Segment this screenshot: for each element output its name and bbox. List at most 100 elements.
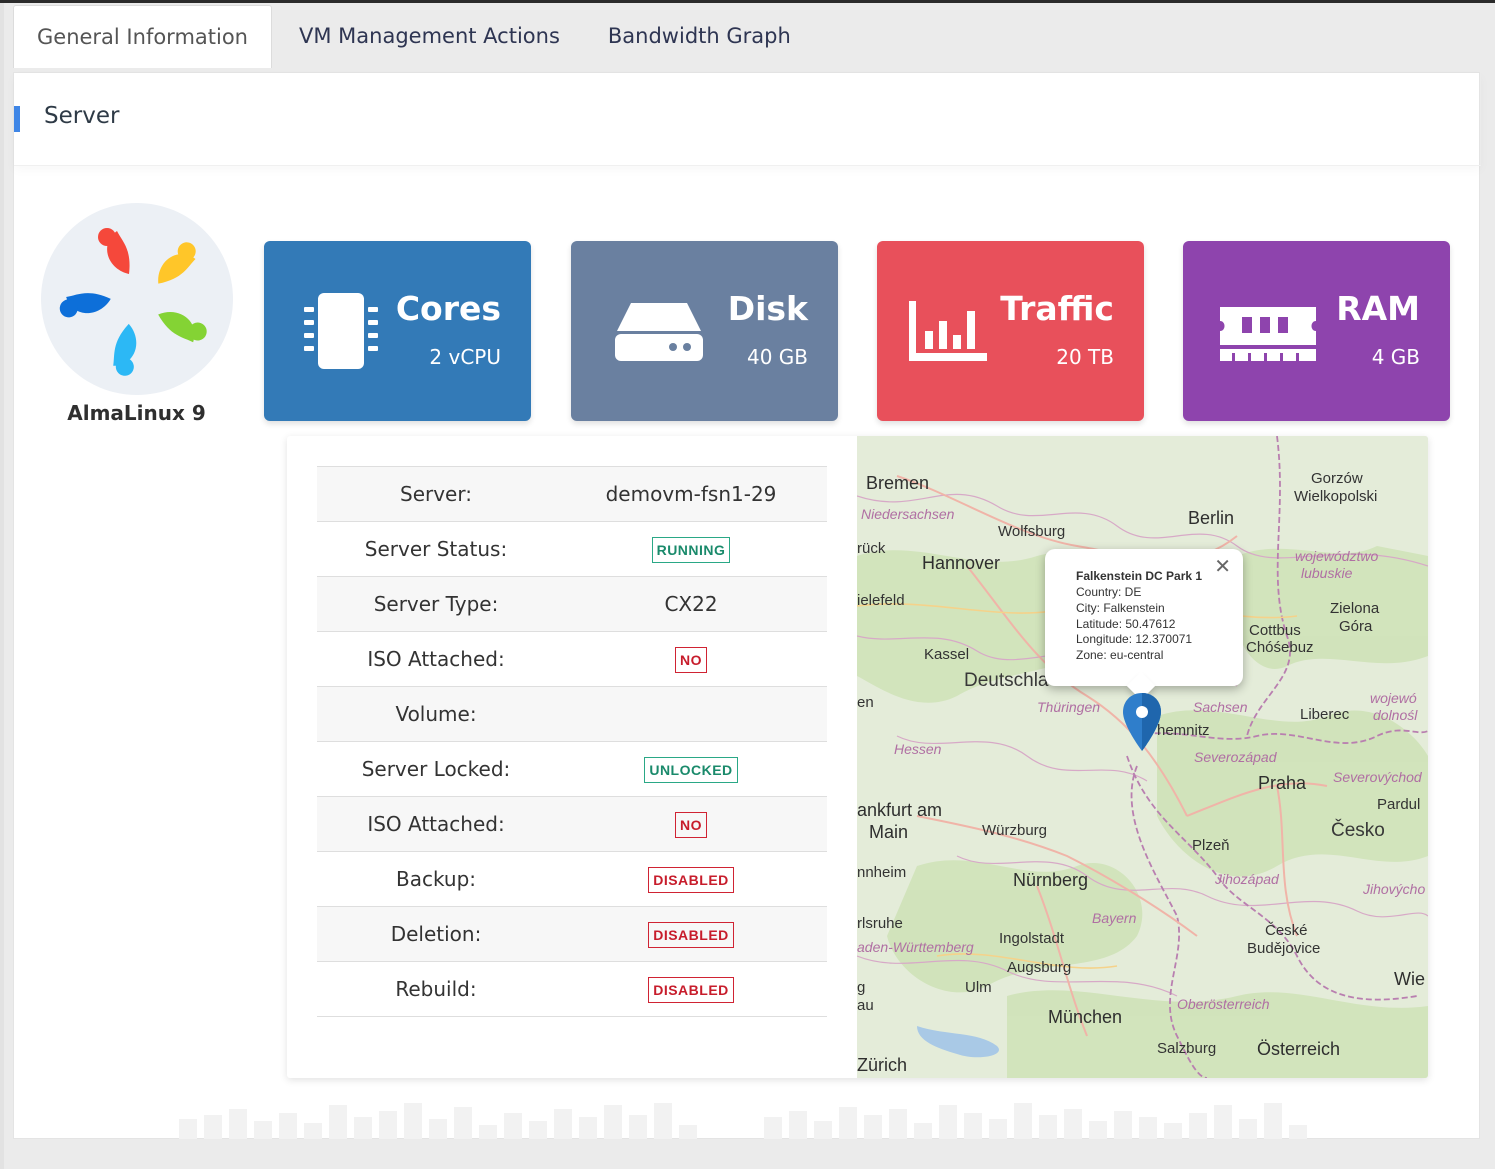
details-row: Backup: DISABLED xyxy=(317,851,827,907)
details-value-cell: RUNNING xyxy=(555,522,827,577)
map-label: wojewó xyxy=(1370,690,1417,706)
details-value-cell: UNLOCKED xyxy=(555,742,827,797)
os-name: AlmaLinux 9 xyxy=(67,401,206,425)
status-badge: DISABLED xyxy=(648,921,734,948)
map-label: České xyxy=(1265,922,1308,939)
card-title: Disk xyxy=(727,289,808,328)
tab-bar: General Information VM Management Action… xyxy=(13,5,815,73)
details-row: Server Locked: UNLOCKED xyxy=(317,741,827,797)
map-label: Chóśebuz xyxy=(1246,639,1314,656)
popup-city: City: Falkenstein xyxy=(1076,600,1165,615)
details-value-cell: DISABLED xyxy=(555,962,827,1017)
map-label: Salzburg xyxy=(1157,1040,1217,1057)
status-badge: NO xyxy=(675,646,707,673)
details-row: Server Status: RUNNING xyxy=(317,521,827,577)
map-label: Wielkopolski xyxy=(1294,488,1378,505)
details-key: Server Locked: xyxy=(361,757,511,781)
details-row: ISO Attached: NO xyxy=(317,796,827,852)
map-label: Ulm xyxy=(965,979,992,996)
details-row: ISO Attached: NO xyxy=(317,631,827,687)
map-label: hemnitz xyxy=(1157,722,1210,739)
details-row: Volume: xyxy=(317,686,827,742)
location-map[interactable]: Bremen Gorzów Wielkopolski Berlin Nieder… xyxy=(857,436,1428,1078)
header-accent-bar xyxy=(14,106,20,132)
map-label: nnheim xyxy=(857,864,907,881)
window-top-border xyxy=(0,0,1495,3)
server-info-box: Server: demovm-fsn1-29 Server Status: RUNNI… xyxy=(287,436,1428,1078)
map-label: Wolfsburg xyxy=(998,523,1066,540)
panel-title: Server xyxy=(44,103,120,129)
map-label: Bayern xyxy=(1092,910,1137,926)
map-label: Budějovice xyxy=(1247,940,1321,957)
card-title: Cores xyxy=(395,289,501,328)
background-bars-decoration xyxy=(179,1103,1307,1139)
map-label: Augsburg xyxy=(1007,959,1072,976)
map-label: Österreich xyxy=(1257,1039,1341,1059)
map-label: dolnośl xyxy=(1373,707,1418,723)
map-label: lubuskie xyxy=(1301,565,1353,581)
map-label: au xyxy=(857,997,874,1014)
tab-bandwidth-graph[interactable]: Bandwidth Graph xyxy=(584,5,815,67)
status-badge: DISABLED xyxy=(648,976,734,1003)
map-label: Pardul xyxy=(1377,796,1421,813)
popup-close-icon[interactable]: ✕ xyxy=(1214,557,1231,577)
location-popup: ✕ Falkenstein DC Park 1 Country: DE City… xyxy=(1045,549,1243,686)
card-title: RAM xyxy=(1336,289,1420,328)
map-label: Liberec xyxy=(1300,706,1350,723)
server-details-table: Server: demovm-fsn1-29 Server Status: RUNNI… xyxy=(317,466,827,1017)
map-label: Zürich xyxy=(857,1055,908,1075)
map-label: Oberösterreich xyxy=(1177,996,1270,1012)
popup-latitude: Latitude: 50.47612 xyxy=(1076,616,1176,631)
map-label: Plzeň xyxy=(1192,837,1230,854)
details-row: Server: demovm-fsn1-29 xyxy=(317,466,827,522)
map-label: ielefeld xyxy=(857,592,905,609)
tab-general-information[interactable]: General Information xyxy=(13,5,272,68)
status-badge: RUNNING xyxy=(651,536,731,563)
details-value-cell: DISABLED xyxy=(555,852,827,907)
card-value: 40 GB xyxy=(746,345,808,369)
status-badge: DISABLED xyxy=(648,866,734,893)
map-label: Nürnberg xyxy=(1013,870,1089,890)
ram-card: RAM 4 GB xyxy=(1183,241,1450,421)
os-block: AlmaLinux 9 xyxy=(39,203,234,425)
map-label: Praha xyxy=(1258,773,1307,793)
map-label: Berlin xyxy=(1188,508,1235,528)
map-tiles xyxy=(857,436,1428,1078)
map-label: Jihovýcho xyxy=(1363,881,1426,897)
details-value: CX22 xyxy=(664,592,718,616)
popup-longitude: Longitude: 12.370071 xyxy=(1076,632,1193,647)
bar-chart-icon xyxy=(909,301,987,361)
details-key: ISO Attached: xyxy=(367,812,505,836)
details-row: Server Type: CX22 xyxy=(317,576,827,632)
map-marker-icon[interactable] xyxy=(1123,693,1161,751)
details-row: Rebuild: DISABLED xyxy=(317,961,827,1017)
card-title: Traffic xyxy=(1000,289,1114,328)
map-label: aden-Württemberg xyxy=(857,939,974,955)
map-label: en xyxy=(857,694,874,711)
details-key: Backup: xyxy=(395,867,477,891)
map-label: g xyxy=(857,979,866,996)
map-label: województwo xyxy=(1295,548,1379,564)
page-edge xyxy=(0,3,4,1169)
map-label: Gorzów xyxy=(1311,470,1363,487)
general-information-panel: Server AlmaLinux 9 Cores 2 vCPU Disk 40 … xyxy=(13,72,1481,1139)
status-badge: UNLOCKED xyxy=(644,756,738,783)
map-label: Zielona xyxy=(1330,600,1380,617)
map-label: Severozápad xyxy=(1194,749,1277,765)
map-label: Česko xyxy=(1331,820,1385,841)
map-label: Ingolstadt xyxy=(999,930,1065,947)
map-label: Wie xyxy=(1394,969,1425,989)
hard-drive-icon xyxy=(615,303,703,361)
map-label: Hannover xyxy=(922,553,1001,573)
cores-card: Cores 2 vCPU xyxy=(264,241,531,421)
traffic-card: Traffic 20 TB xyxy=(877,241,1144,421)
tab-vm-management-actions[interactable]: VM Management Actions xyxy=(275,5,584,67)
details-key: ISO Attached: xyxy=(367,647,505,671)
details-key: Volume: xyxy=(395,702,477,726)
map-label: ankfurt am xyxy=(857,800,943,820)
map-label: Main xyxy=(869,822,909,842)
map-label: rlsruhe xyxy=(857,915,903,932)
map-label: Jihozápad xyxy=(1215,871,1279,887)
details-value xyxy=(555,687,827,742)
map-label: München xyxy=(1048,1007,1123,1027)
